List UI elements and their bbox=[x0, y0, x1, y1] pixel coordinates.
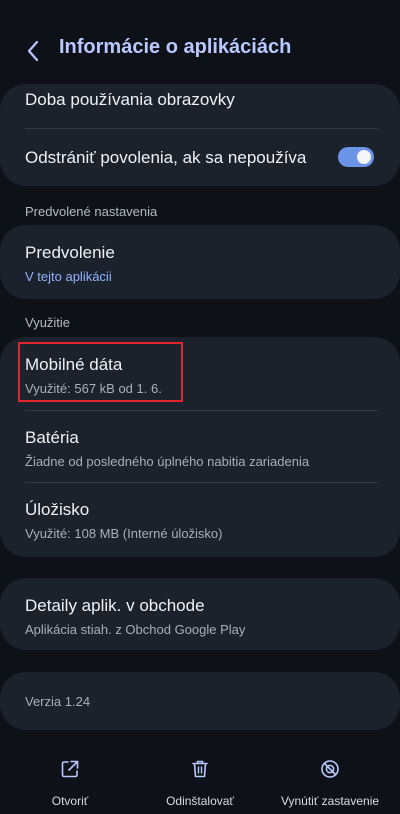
battery-title: Batéria bbox=[25, 428, 79, 447]
uninstall-button[interactable]: Odinštalovať bbox=[150, 758, 250, 808]
open-external-icon bbox=[61, 760, 79, 778]
back-button[interactable] bbox=[22, 38, 44, 64]
force-stop-button[interactable]: Vynútiť zastavenie bbox=[272, 758, 388, 808]
divider bbox=[25, 482, 378, 483]
version-card: Verzia 1.24 bbox=[0, 672, 400, 730]
divider bbox=[25, 128, 378, 129]
section-label-defaults: Predvolené nastavenia bbox=[25, 204, 158, 219]
default-open-title: Predvolenie bbox=[25, 243, 115, 262]
highlight-box bbox=[18, 342, 183, 402]
version-item: Verzia 1.24 bbox=[25, 694, 375, 709]
remove-permissions-item[interactable]: Odstrániť povolenia, ak sa nepoužíva bbox=[25, 148, 320, 168]
section-label-usage: Využitie bbox=[25, 315, 71, 330]
defaults-card: Predvolenie V tejto aplikácii bbox=[0, 225, 400, 299]
store-details-card[interactable]: Detaily aplik. v obchode Aplikácia stiah… bbox=[0, 578, 400, 650]
store-details-item[interactable]: Detaily aplik. v obchode Aplikácia stiah… bbox=[25, 596, 375, 637]
storage-title: Úložisko bbox=[25, 500, 90, 519]
battery-sub: Žiadne od posledného úplného nabitia zar… bbox=[25, 454, 310, 469]
chevron-left-icon bbox=[27, 40, 39, 62]
app-settings-card: Doba používania obrazovky Odstrániť povo… bbox=[0, 84, 400, 186]
store-details-sub: Aplikácia stiah. z Obchod Google Play bbox=[25, 622, 246, 637]
app-bar: Informácie o aplikáciách bbox=[0, 0, 400, 84]
default-open-item[interactable]: Predvolenie V tejto aplikácii bbox=[25, 243, 375, 284]
toggle-knob bbox=[357, 150, 371, 164]
uninstall-label: Odinštalovať bbox=[166, 794, 234, 808]
trash-icon bbox=[192, 760, 208, 778]
force-stop-label: Vynútiť zastavenie bbox=[280, 794, 380, 808]
remove-permissions-label: Odstrániť povolenia, ak sa nepoužíva bbox=[25, 148, 307, 167]
screen-time-item[interactable]: Doba používania obrazovky bbox=[25, 90, 375, 110]
default-open-sub: V tejto aplikácii bbox=[25, 269, 112, 284]
store-details-title: Detaily aplik. v obchode bbox=[25, 596, 205, 615]
bottom-action-bar: Otvoriť Odinštalovať Vynútiť zastavenie bbox=[0, 750, 400, 814]
page-title: Informácie o aplikáciách bbox=[59, 36, 292, 58]
version-label: Verzia 1.24 bbox=[25, 694, 91, 709]
divider bbox=[25, 410, 378, 411]
remove-permissions-toggle[interactable] bbox=[338, 147, 374, 167]
storage-item[interactable]: Úložisko Využité: 108 MB (Interné úložis… bbox=[25, 500, 375, 541]
force-stop-icon bbox=[321, 760, 339, 778]
battery-item[interactable]: Batéria Žiadne od posledného úplného nab… bbox=[25, 428, 375, 469]
screen-time-label: Doba používania obrazovky bbox=[25, 90, 235, 109]
storage-sub: Využité: 108 MB (Interné úložisko) bbox=[25, 526, 223, 541]
open-button[interactable]: Otvoriť bbox=[40, 758, 100, 808]
open-label: Otvoriť bbox=[51, 794, 89, 808]
